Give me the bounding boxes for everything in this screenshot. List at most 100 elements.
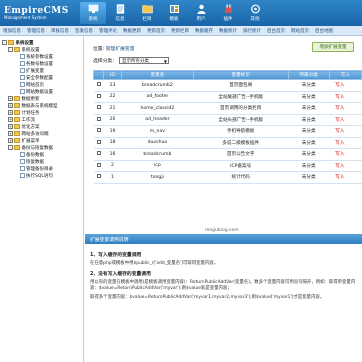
cell-name: tongji bbox=[121, 171, 194, 184]
tree-item-label: 优化方案 bbox=[21, 124, 40, 130]
variables-table: ID 变量名 变量标识 所属分类 写入 23 breadcrumb2 首页面包屑 未分… bbox=[93, 70, 362, 184]
row-checkbox[interactable] bbox=[93, 125, 104, 138]
tree-item[interactable]: 恢复数据 bbox=[2, 158, 83, 165]
collapse-icon[interactable]: - bbox=[8, 145, 13, 150]
row-checkbox[interactable] bbox=[93, 114, 104, 126]
row-checkbox[interactable] bbox=[93, 91, 104, 103]
expand-icon[interactable]: + bbox=[8, 124, 13, 129]
top-nav-item-4[interactable]: 用户 bbox=[188, 2, 214, 24]
row-checkbox[interactable] bbox=[93, 137, 104, 149]
quick-nav-link[interactable]: 审核信息 bbox=[51, 28, 69, 34]
add-variable-button[interactable]: 增加扩展变量 bbox=[312, 42, 354, 52]
logo[interactable]: EmpireCMS Management System bbox=[4, 6, 76, 20]
cell-category: 未分类 bbox=[288, 160, 330, 172]
tree-item[interactable]: 网站数据设置 bbox=[2, 88, 83, 95]
tree-item[interactable]: + 数据更新 bbox=[2, 95, 83, 102]
tree-item[interactable]: 系统参数设置 bbox=[2, 53, 83, 60]
quick-nav-link[interactable]: 数据更新 bbox=[123, 28, 141, 34]
quick-nav-link[interactable]: 更新栏目 bbox=[171, 28, 189, 34]
top-nav-item-2[interactable]: 栏目 bbox=[134, 2, 160, 24]
top-nav-label: 模板 bbox=[169, 17, 179, 22]
checkbox[interactable] bbox=[96, 174, 101, 179]
quick-nav-link[interactable]: 管理信息 bbox=[27, 28, 45, 34]
checkbox[interactable] bbox=[96, 116, 101, 121]
table-row: 16 breadcrumb 首页公告文字 未分类 写入 bbox=[93, 148, 362, 161]
breadcrumb-link[interactable]: 管理扩展变量 bbox=[106, 47, 135, 52]
write-link[interactable]: 写入 bbox=[329, 125, 362, 138]
expand-icon[interactable]: + bbox=[8, 131, 13, 136]
quick-nav-link[interactable]: 后台地图 bbox=[315, 28, 333, 34]
checkbox[interactable] bbox=[96, 139, 101, 144]
cell-id: 2 bbox=[103, 160, 122, 172]
tree-item[interactable]: + 工作流 bbox=[2, 116, 83, 123]
column-icon bbox=[141, 4, 153, 14]
table-row: 23 breadcrumb2 首页面包屑 未分类 写入 bbox=[93, 79, 362, 92]
write-link[interactable]: 写入 bbox=[329, 79, 362, 92]
checkbox[interactable] bbox=[96, 151, 101, 156]
cell-category: 未分类 bbox=[288, 79, 330, 92]
quick-nav-link[interactable]: 数据缓存 bbox=[195, 28, 213, 34]
tree-item[interactable]: + 计划任务 bbox=[2, 109, 83, 116]
checkbox[interactable] bbox=[96, 162, 101, 167]
checkbox[interactable] bbox=[96, 93, 101, 98]
top-nav-label: 栏目 bbox=[142, 17, 152, 22]
tree-item[interactable]: + 数据表与系统模型 bbox=[2, 102, 83, 109]
top-nav-item-0[interactable]: 系统 bbox=[80, 2, 106, 24]
checkbox[interactable] bbox=[96, 105, 101, 110]
quick-nav-link[interactable]: 数据统计 bbox=[219, 28, 237, 34]
expand-icon[interactable]: + bbox=[8, 96, 13, 101]
user-icon bbox=[196, 4, 207, 14]
category-select[interactable]: 显示所有分类 ▼ bbox=[119, 57, 169, 64]
collapse-icon[interactable]: - bbox=[8, 47, 13, 52]
cell-title: 全站尾部广告--手机版 bbox=[193, 91, 289, 103]
tree-item-label: 恢复数据 bbox=[26, 159, 44, 165]
expand-icon[interactable]: + bbox=[8, 103, 13, 108]
tree-item[interactable]: + 扩展菜单 bbox=[2, 137, 83, 144]
row-checkbox[interactable] bbox=[93, 79, 104, 92]
document-icon bbox=[20, 165, 25, 172]
write-link[interactable]: 写入 bbox=[329, 114, 362, 126]
tree-item[interactable]: 执行SQL语句 bbox=[2, 172, 83, 179]
write-link[interactable]: 写入 bbox=[329, 137, 362, 149]
quick-nav-link[interactable]: 排行统计 bbox=[243, 28, 261, 34]
row-checkbox[interactable] bbox=[93, 148, 104, 161]
collapse-icon[interactable]: - bbox=[2, 40, 7, 45]
tree-item[interactable]: 安全参数配置 bbox=[2, 74, 83, 81]
tree-item[interactable]: 管理备份目录 bbox=[2, 165, 83, 172]
tree-item[interactable]: 备份数据 bbox=[2, 151, 83, 158]
top-nav-item-3[interactable]: 模板 bbox=[161, 2, 187, 24]
row-checkbox[interactable] bbox=[93, 160, 104, 172]
expand-icon[interactable]: + bbox=[8, 138, 13, 143]
tree-item[interactable]: - 系统设置 bbox=[2, 39, 83, 46]
row-checkbox[interactable] bbox=[93, 171, 104, 184]
tree-item[interactable]: - 系统设置 bbox=[2, 46, 83, 53]
quick-nav-link[interactable]: 签发信息 bbox=[75, 28, 93, 34]
write-link[interactable]: 写入 bbox=[329, 148, 362, 161]
write-link[interactable]: 写入 bbox=[329, 160, 362, 172]
quick-nav-link[interactable]: 更新首页 bbox=[147, 28, 165, 34]
tree-item[interactable]: 各数号数设置 bbox=[2, 60, 83, 67]
write-link[interactable]: 写入 bbox=[329, 102, 362, 115]
tree-item[interactable]: 网站首页 bbox=[2, 81, 83, 88]
write-link[interactable]: 写入 bbox=[329, 171, 362, 184]
checkbox[interactable] bbox=[96, 82, 101, 87]
quick-nav-link[interactable]: 管理评论 bbox=[99, 28, 117, 34]
tree-item[interactable]: 扩展变量 bbox=[2, 67, 83, 74]
expand-icon[interactable]: + bbox=[8, 110, 13, 115]
expand-icon[interactable]: + bbox=[8, 117, 13, 122]
checkbox[interactable] bbox=[96, 128, 101, 133]
top-nav-item-5[interactable]: 插件 bbox=[215, 2, 241, 24]
folder-icon bbox=[14, 124, 20, 129]
top-nav-item-6[interactable]: 其他 bbox=[242, 2, 268, 24]
cell-category: 未分类 bbox=[288, 102, 330, 115]
tree-item[interactable]: + 优化方案 bbox=[2, 123, 83, 130]
tree-item[interactable]: - 备份与恢复数据 bbox=[2, 144, 83, 151]
quick-nav-link[interactable]: 网站首页 bbox=[291, 28, 309, 34]
top-nav-item-1[interactable]: 信息 bbox=[107, 2, 133, 24]
row-checkbox[interactable] bbox=[93, 102, 104, 115]
tree-item[interactable]: + 网站多访问端 bbox=[2, 130, 83, 137]
quick-nav-link[interactable]: 增加信息 bbox=[3, 28, 21, 34]
write-link[interactable]: 写入 bbox=[329, 91, 362, 103]
cell-id: 19 bbox=[103, 125, 122, 138]
quick-nav-link[interactable]: 后台首页 bbox=[267, 28, 285, 34]
